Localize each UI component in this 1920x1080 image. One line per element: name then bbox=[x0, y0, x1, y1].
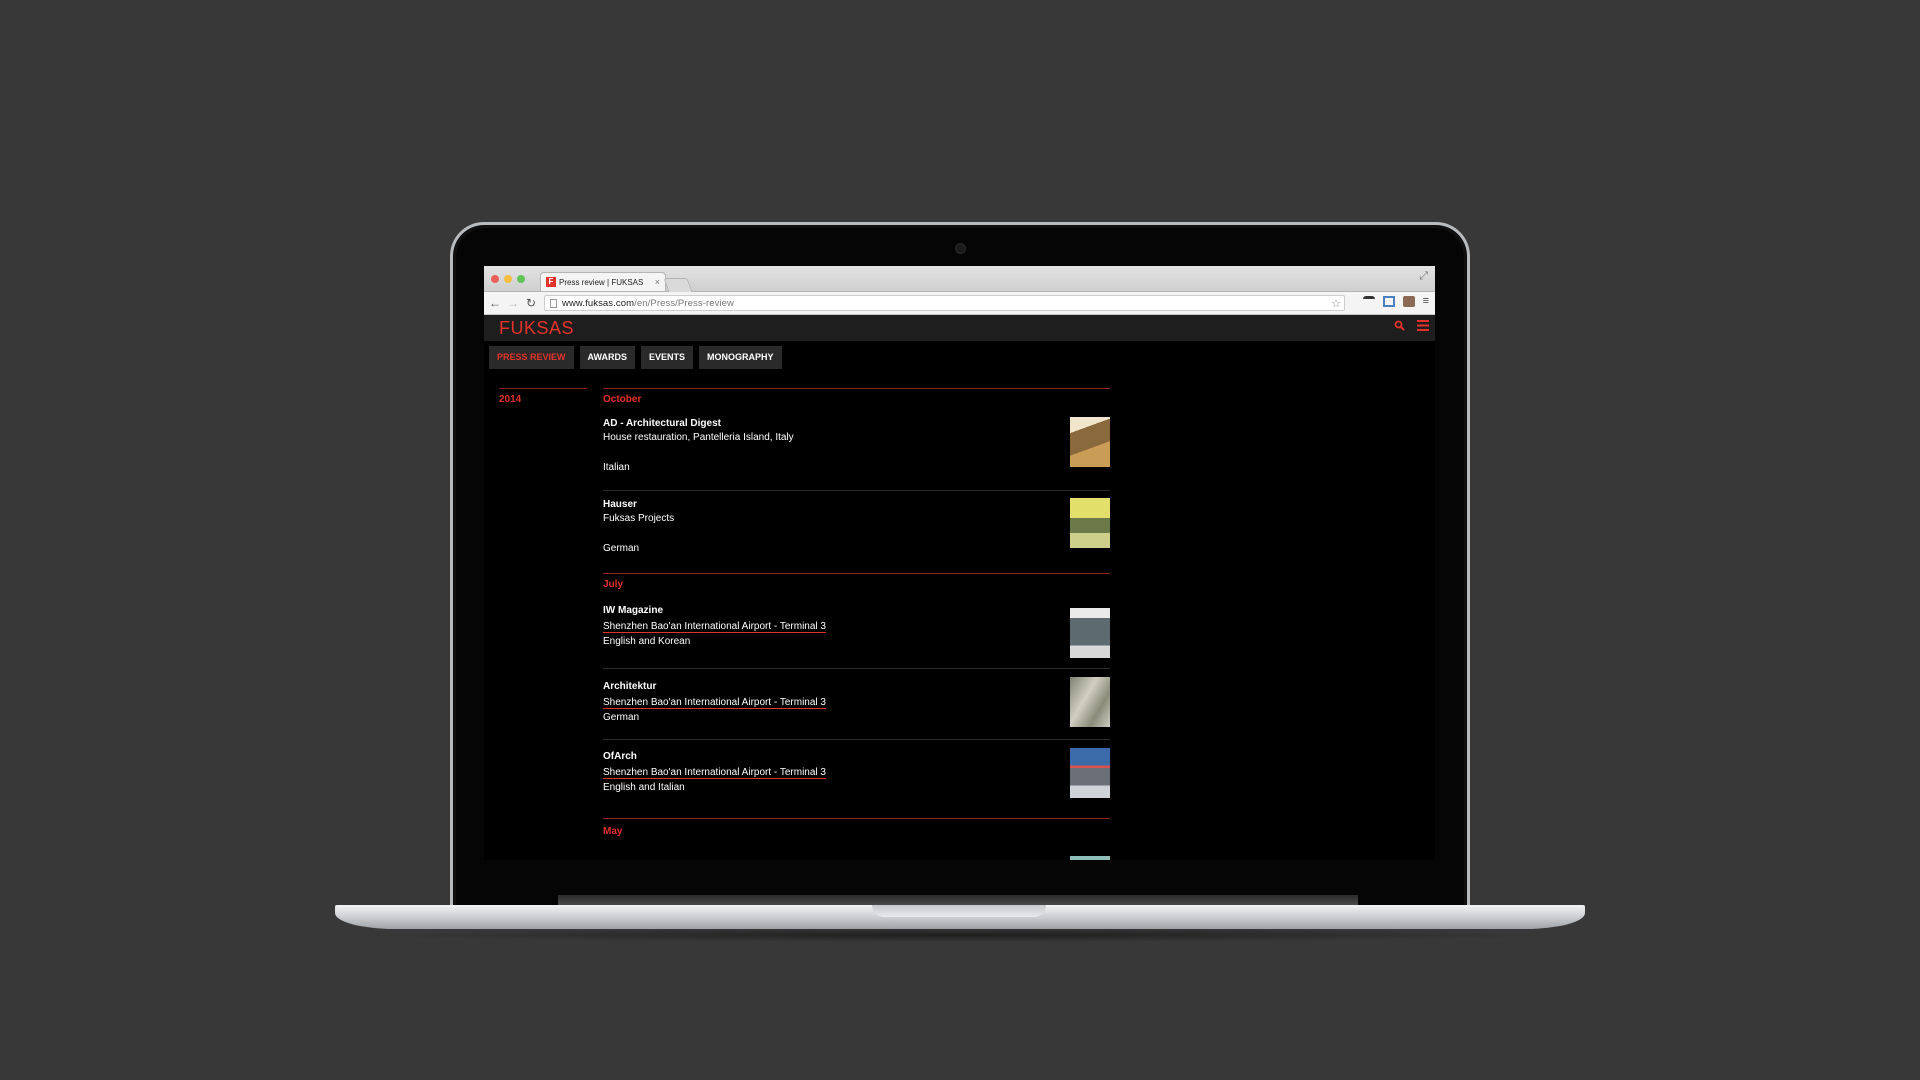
extension-icons: ≡ bbox=[1362, 296, 1429, 307]
magazine-cover-thumbnail[interactable] bbox=[1070, 417, 1110, 467]
article-subject: Fuksas Projects bbox=[603, 513, 675, 524]
reload-icon[interactable]: ↻ bbox=[522, 296, 540, 310]
project-link[interactable]: Shenzhen Bao'an International Airport - … bbox=[603, 767, 826, 779]
address-bar[interactable]: www.fuksas.com/en/Press/Press-review ☆ bbox=[544, 295, 1345, 311]
month-heading: July bbox=[603, 579, 624, 590]
glasses-extension-icon[interactable] bbox=[1362, 296, 1375, 307]
press-item: Architektur Shenzhen Bao'an Internationa… bbox=[603, 669, 1110, 740]
browser-toolbar: ← → ↻ www.fuksas.com/en/Press/Press-revi… bbox=[484, 292, 1435, 315]
favicon-icon: F bbox=[546, 277, 556, 287]
magazine-cover-thumbnail[interactable] bbox=[1070, 608, 1110, 658]
magazine-cover-thumbnail[interactable] bbox=[1070, 498, 1110, 548]
nav-press-review[interactable]: PRESS REVIEW bbox=[489, 346, 574, 369]
magazine-title: OfArch bbox=[603, 751, 637, 762]
forward-arrow-icon[interactable]: → bbox=[504, 296, 522, 310]
nav-events[interactable]: EVENTS bbox=[641, 346, 694, 369]
press-item: AD - Architectural Digest House restaura… bbox=[603, 414, 1110, 491]
press-item: IW Magazine Shenzhen Bao'an Internationa… bbox=[603, 599, 1110, 669]
magazine-title: Architektur bbox=[603, 681, 657, 692]
laptop-hinge bbox=[558, 895, 1358, 905]
zoom-window-button[interactable] bbox=[517, 275, 525, 283]
project-link[interactable]: Shenzhen Bao'an International Airport - … bbox=[603, 697, 826, 709]
month-heading: May bbox=[603, 826, 623, 837]
new-tab-button[interactable] bbox=[663, 278, 693, 292]
star-icon[interactable]: ☆ bbox=[1331, 297, 1341, 310]
laptop-screen: F Press review | FUKSAS × ⤢ ← → ↻ www.fu… bbox=[484, 266, 1435, 860]
site-logo[interactable]: FUKSAS bbox=[499, 318, 574, 339]
press-list: October AD - Architectural Digest House … bbox=[603, 388, 1110, 860]
year-divider bbox=[499, 388, 587, 389]
site-header: FUKSAS bbox=[484, 315, 1435, 341]
nav-monography[interactable]: MONOGRAPHY bbox=[699, 346, 782, 369]
press-item-partial bbox=[603, 844, 1110, 860]
laptop-notch bbox=[872, 905, 1046, 917]
browser-tab-bar: F Press review | FUKSAS × ⤢ bbox=[484, 266, 1435, 292]
laptop-shadow bbox=[355, 928, 1565, 942]
press-item: OfArch Shenzhen Bao'an International Air… bbox=[603, 740, 1110, 818]
section-nav: PRESS REVIEW AWARDS EVENTS MONOGRAPHY bbox=[489, 346, 782, 369]
window-controls bbox=[491, 275, 525, 283]
url-host: www.fuksas.com bbox=[562, 297, 635, 309]
year-column: 2014 bbox=[499, 388, 587, 405]
hamburger-menu-icon[interactable] bbox=[1417, 320, 1429, 334]
fullscreen-icon[interactable]: ⤢ bbox=[1419, 270, 1428, 283]
article-subject: House restauration, Pantelleria Island, … bbox=[603, 432, 794, 443]
tab-title: Press review | FUKSAS bbox=[559, 277, 644, 287]
magazine-cover-thumbnail[interactable] bbox=[1070, 677, 1110, 727]
url-path: /en/Press/Press-review bbox=[634, 297, 735, 309]
magazine-title: IW Magazine bbox=[603, 605, 664, 616]
frame-extension-icon[interactable] bbox=[1382, 296, 1395, 307]
webcam bbox=[955, 243, 966, 254]
article-language: English and Italian bbox=[603, 782, 685, 793]
article-language: Italian bbox=[603, 462, 630, 473]
close-window-button[interactable] bbox=[491, 275, 499, 283]
magazine-cover-thumbnail[interactable] bbox=[1070, 748, 1110, 798]
article-language: English and Korean bbox=[603, 636, 691, 647]
search-icon[interactable] bbox=[1394, 320, 1405, 334]
page-icon bbox=[550, 298, 557, 308]
camera-extension-icon[interactable] bbox=[1402, 296, 1415, 307]
magazine-cover-thumbnail[interactable] bbox=[1070, 856, 1110, 860]
article-language: German bbox=[603, 712, 640, 723]
press-item: Hauser Fuksas Projects German bbox=[603, 491, 1110, 573]
magazine-title: AD - Architectural Digest bbox=[603, 418, 721, 429]
header-icons bbox=[1394, 320, 1429, 334]
tab-close-icon[interactable]: × bbox=[655, 277, 660, 287]
back-arrow-icon[interactable]: ← bbox=[486, 296, 504, 310]
article-language: German bbox=[603, 543, 640, 554]
year-label[interactable]: 2014 bbox=[499, 394, 587, 405]
minimize-window-button[interactable] bbox=[504, 275, 512, 283]
browser-menu-icon[interactable]: ≡ bbox=[1423, 296, 1429, 307]
nav-awards[interactable]: AWARDS bbox=[579, 346, 636, 369]
project-link[interactable]: Shenzhen Bao'an International Airport - … bbox=[603, 621, 826, 633]
browser-tab[interactable]: F Press review | FUKSAS × bbox=[540, 272, 666, 291]
url-text: www.fuksas.com/en/Press/Press-review bbox=[562, 298, 734, 309]
magazine-title: Hauser bbox=[603, 499, 637, 510]
month-heading: October bbox=[603, 394, 642, 405]
